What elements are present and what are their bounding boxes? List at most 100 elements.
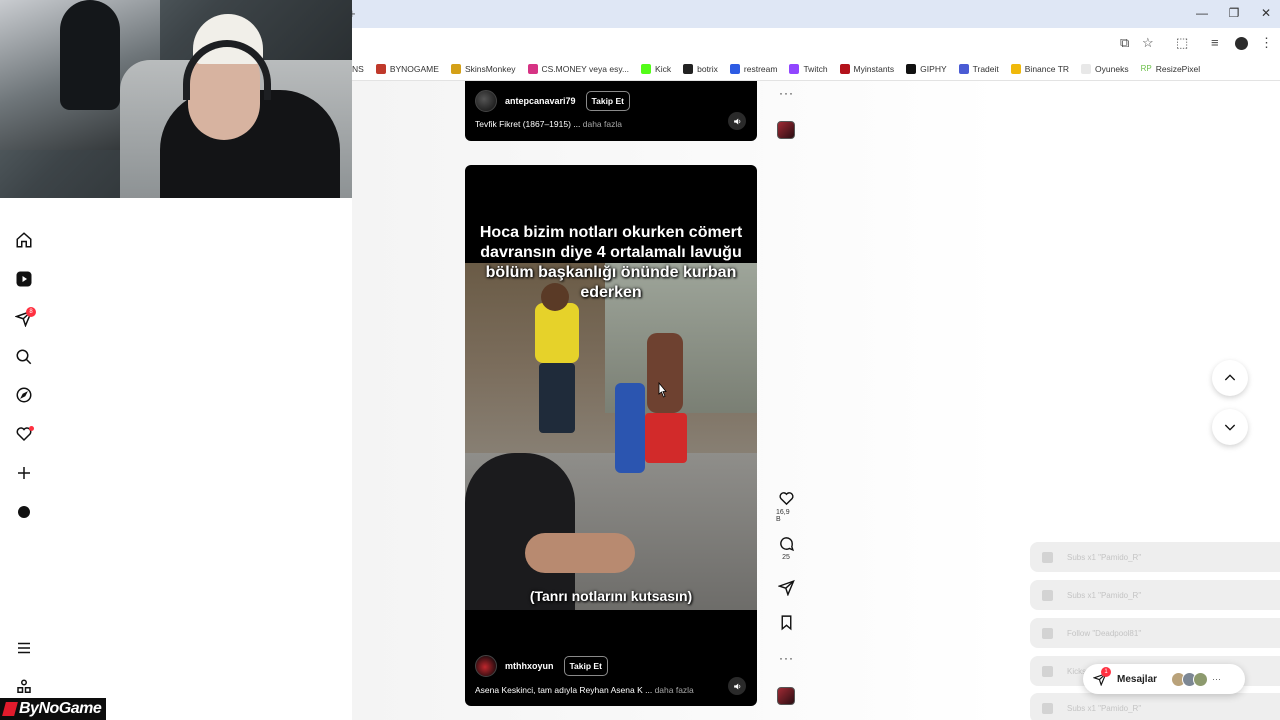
bookmark-label: Twitch	[803, 64, 828, 74]
bookmark-item[interactable]: GIPHY	[906, 64, 947, 74]
author-avatar[interactable]	[475, 655, 497, 677]
alert-icon	[1042, 665, 1053, 677]
bookmark-star-icon[interactable]: ☆	[1142, 35, 1154, 51]
bookmark-label: Binance TR	[1024, 64, 1070, 74]
explore-icon[interactable]	[14, 385, 34, 405]
alert-icon	[1042, 702, 1053, 714]
more-link[interactable]: daha fazla	[655, 685, 694, 695]
like-action[interactable]: 16,9 B	[776, 490, 796, 523]
reels-icon[interactable]	[14, 269, 34, 289]
save-action[interactable]	[776, 614, 796, 631]
chevron-up-icon	[1224, 374, 1236, 381]
messages-label: Mesajlar	[1117, 673, 1158, 685]
follow-button[interactable]: Takip Et	[585, 91, 630, 111]
browser-menu-icon[interactable]: ⋮	[1260, 35, 1273, 51]
follow-button[interactable]: Takip Et	[563, 656, 608, 676]
video-child-yellow	[535, 303, 579, 363]
reel-author-row: mthhxoyun Takip Et	[475, 655, 608, 677]
video-child-blue	[615, 383, 645, 473]
video-woman	[465, 453, 575, 610]
bookmark-item[interactable]: Kick	[641, 64, 671, 74]
reel-video[interactable]	[465, 263, 757, 610]
mute-button[interactable]	[728, 112, 746, 130]
create-icon[interactable]	[14, 463, 34, 483]
stream-alert: Follow "Deadpool81"	[1030, 618, 1280, 648]
minimize-button[interactable]: —	[1192, 6, 1212, 20]
previous-reel-button[interactable]	[1212, 360, 1248, 396]
bookmark-item[interactable]: NS	[352, 64, 364, 74]
audio-thumbnail[interactable]	[777, 687, 795, 705]
activity-dot	[29, 426, 34, 431]
alert-icon	[1042, 627, 1053, 639]
share-action[interactable]	[776, 579, 796, 596]
bookmark-favicon-icon	[789, 64, 800, 74]
alert-text: Subs x1 "Pamido_R"	[1067, 552, 1142, 562]
bookmark-label: Tradeit	[972, 64, 999, 74]
bookmark-item[interactable]: restream	[729, 64, 777, 74]
author-avatar[interactable]	[475, 90, 497, 112]
bookmark-favicon-icon	[839, 64, 850, 74]
search-icon[interactable]	[14, 347, 34, 367]
bookmark-item[interactable]: Twitch	[789, 64, 828, 74]
webcam-overlay	[0, 0, 352, 198]
video-child-red-shorts	[645, 413, 687, 463]
restore-button[interactable]: ❐	[1224, 6, 1244, 20]
bookmark-icon	[781, 615, 791, 631]
home-icon[interactable]	[14, 230, 34, 250]
bookmark-label: BYNOGAME	[389, 64, 439, 74]
webcam-poster-figure	[60, 0, 120, 110]
profile-avatar[interactable]	[1235, 37, 1248, 50]
reel-card-current[interactable]: Hoca bizim notları okurken cömert davran…	[465, 165, 757, 706]
author-name[interactable]: mthhxoyun	[505, 661, 554, 671]
more-options-icon[interactable]: ···	[779, 651, 794, 665]
reel-card-previous[interactable]: antepcanavari79 Takip Et Tevfik Fikret (…	[465, 81, 757, 141]
contact-avatar	[1193, 671, 1209, 687]
author-name[interactable]: antepcanavari79	[505, 96, 576, 106]
more-link[interactable]: daha fazla	[583, 119, 622, 129]
alert-text: Follow "Deadpool81"	[1067, 628, 1142, 638]
bookmark-item[interactable]: RP ResizePixel	[1141, 64, 1201, 74]
more-options-icon[interactable]: ···	[779, 86, 794, 100]
bookmark-item[interactable]: botrix	[683, 64, 718, 74]
video-caption-bottom: (Tanrı notlarını kutsasın)	[529, 588, 693, 604]
mute-button[interactable]	[728, 677, 746, 695]
reel-description: Tevfik Fikret (1867–1915) ... daha fazla	[475, 119, 622, 129]
bookmark-favicon-icon	[683, 64, 694, 74]
extensions-icon[interactable]: ⬚	[1176, 35, 1188, 51]
bookmark-favicon-icon	[641, 64, 652, 74]
chevron-down-icon	[1224, 424, 1236, 431]
bookmark-item[interactable]: Binance TR	[1010, 64, 1070, 74]
bookmark-item[interactable]: CS.MONEY veya esy...	[527, 64, 630, 74]
next-reel-button[interactable]	[1212, 409, 1248, 445]
video-woman-arm	[525, 533, 635, 573]
cast-icon[interactable]: ⧉	[1120, 35, 1129, 51]
bookmark-item[interactable]: Tradeit	[958, 64, 999, 74]
media-controls-icon[interactable]: ≡	[1211, 35, 1219, 50]
messages-more: ···	[1212, 674, 1222, 684]
bookmark-item[interactable]: SkinsMonkey	[450, 64, 516, 74]
description-text: Tevfik Fikret (1867–1915) ...	[475, 119, 581, 129]
bookmark-item[interactable]: Oyuneks	[1081, 64, 1129, 74]
reel-author-row: antepcanavari79 Takip Et	[475, 90, 630, 112]
alert-text: Subs x1 "Pamido_R"	[1067, 590, 1142, 600]
bookmark-favicon-icon	[375, 64, 386, 74]
close-window-button[interactable]: ✕	[1256, 6, 1276, 20]
bookmark-label: Kick	[655, 64, 672, 74]
bookmark-item[interactable]: Myinstants	[839, 64, 895, 74]
bookmark-favicon-icon	[527, 64, 538, 74]
video-child-legs	[539, 363, 575, 433]
bookmark-favicon-icon	[906, 64, 917, 74]
bookmark-label: GIPHY	[920, 64, 947, 74]
apps-icon[interactable]	[14, 677, 34, 697]
stream-alert: Subs x1 "Pamido_R"	[1030, 693, 1280, 720]
bookmark-item[interactable]: BYNOGAME	[375, 64, 439, 74]
profile-icon[interactable]	[14, 502, 34, 522]
bookmark-label: CS.MONEY veya esy...	[541, 64, 630, 74]
audio-thumbnail[interactable]	[777, 121, 795, 139]
stream-alert: Subs x1 "Pamido_R"	[1030, 542, 1280, 572]
watermark-text: ByNoGame	[19, 700, 102, 717]
bookmark-label: Myinstants	[853, 64, 895, 74]
menu-icon[interactable]	[14, 638, 34, 658]
comment-action[interactable]: 25	[776, 535, 796, 561]
speaker-icon	[733, 683, 740, 689]
